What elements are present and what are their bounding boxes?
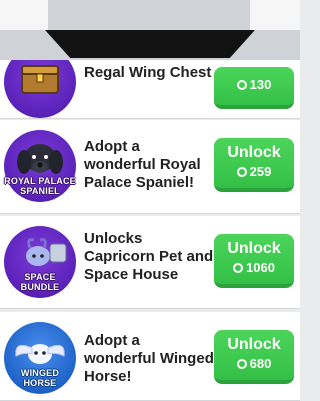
unlock-label: Unlock [227, 240, 281, 257]
unlock-button[interactable]: Unlock 259 [214, 138, 294, 192]
price: 680 [249, 356, 272, 371]
bucks-icon [236, 359, 247, 369]
price: 130 [249, 77, 272, 92]
unlock-button[interactable]: 130 [214, 67, 294, 109]
thumbnail-badge: SPACE BUNDLE [20, 272, 60, 292]
unlock-label: Unlock [227, 336, 281, 353]
unlock-button[interactable]: Unlock 680 [214, 330, 294, 384]
screen-notch [45, 30, 255, 58]
item-thumbnail: SPACE BUNDLE [4, 226, 76, 298]
price: 259 [249, 164, 272, 179]
top-bar [0, 0, 300, 60]
price-row: 680 [214, 354, 294, 372]
list-item: SPACE BUNDLE Unlocks Capricorn Pet and S… [0, 216, 300, 309]
item-title: Regal Wing Chest [84, 64, 212, 81]
bucks-icon [233, 263, 244, 273]
item-list: Regal Wing Chest 130 ROYAL PALACE SPANIE… [0, 0, 300, 401]
price-row: 1060 [214, 258, 294, 276]
price-row: 130 [214, 67, 294, 93]
price-row: 259 [214, 162, 294, 180]
bucks-icon [236, 80, 247, 90]
thumbnail-badge: ROYAL PALACE SPANIEL [4, 176, 76, 196]
unlock-label: Unlock [227, 144, 281, 161]
price: 1060 [246, 260, 275, 275]
item-title: Unlocks Capricorn Pet and Space House [84, 230, 214, 283]
bucks-icon [236, 167, 247, 177]
item-thumbnail: WINGED HORSE [4, 322, 76, 394]
top-strip-left [0, 0, 48, 30]
item-title: Adopt a wonderful Royal Palace Spaniel! [84, 138, 201, 191]
item-title: Adopt a wonderful Winged Horse! [84, 332, 214, 385]
list-item: ROYAL PALACE SPANIEL Adopt a wonderful R… [0, 120, 300, 214]
top-strip-right [250, 0, 300, 30]
list-item: WINGED HORSE Adopt a wonderful Winged Ho… [0, 312, 300, 401]
unlock-button[interactable]: Unlock 1060 [214, 234, 294, 288]
thumbnail-badge: WINGED HORSE [20, 368, 60, 388]
item-thumbnail: ROYAL PALACE SPANIEL [4, 130, 76, 202]
